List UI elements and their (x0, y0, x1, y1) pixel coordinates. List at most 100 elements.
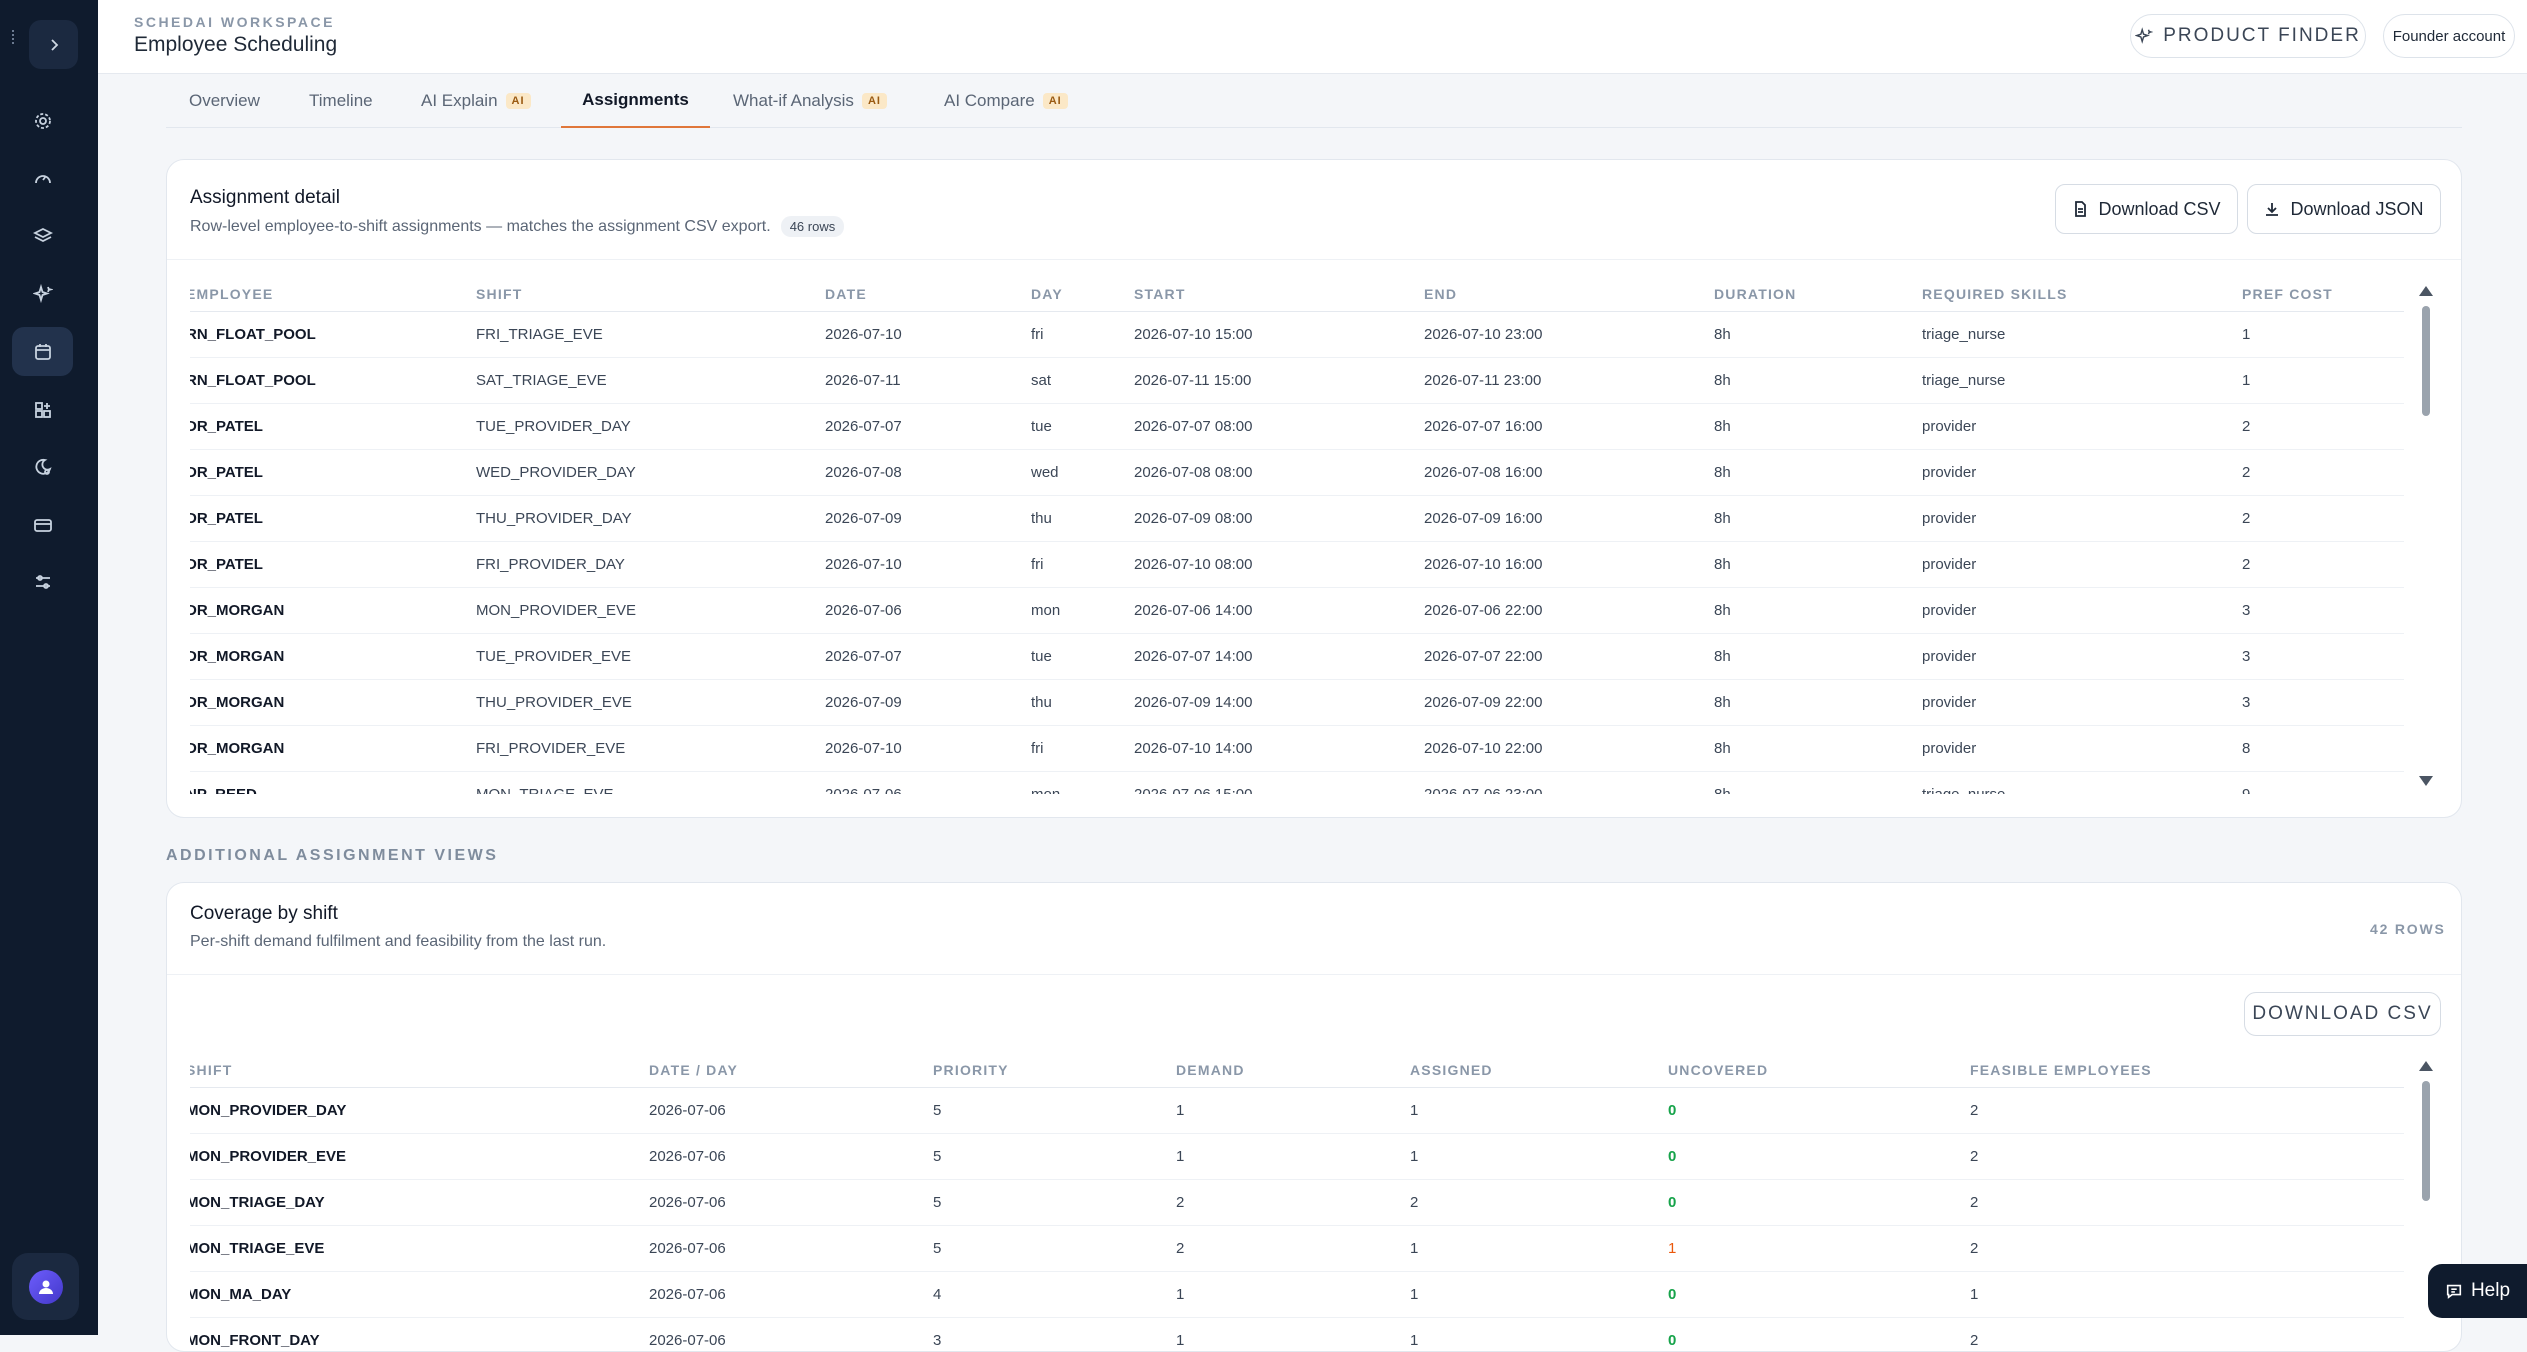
table-row[interactable]: DR_PATEL TUE_PROVIDER_DAY 2026-07-07 tue 202… (190, 403, 2404, 450)
table-cell: 1 (2242, 357, 2404, 404)
column-header[interactable]: SHIFT (190, 1053, 649, 1088)
user-icon (38, 1280, 53, 1294)
table-row[interactable]: DR_MORGAN THU_PROVIDER_EVE 2026-07-09 thu 20… (190, 679, 2404, 726)
table-row[interactable]: MON_PROVIDER_EVE 2026-07-06 5 1 1 0 2 (190, 1133, 2404, 1180)
table-row[interactable]: DR_MORGAN FRI_PROVIDER_EVE 2026-07-10 fri 20… (190, 725, 2404, 772)
coverage-download-csv-button[interactable]: DOWNLOAD CSV (2244, 992, 2441, 1036)
table-row[interactable]: DR_PATEL WED_PROVIDER_DAY 2026-07-08 wed 202… (190, 449, 2404, 496)
download-csv-button[interactable]: Download CSV (2055, 184, 2238, 234)
table-cell: 2 (1970, 1179, 2404, 1226)
table-row[interactable]: MON_TRIAGE_DAY 2026-07-06 5 2 2 0 2 (190, 1179, 2404, 1226)
table-cell: 2026-07-11 23:00 (1424, 357, 1714, 404)
table-cell: NP_REED (190, 771, 476, 794)
table-row[interactable]: DR_PATEL FRI_PROVIDER_DAY 2026-07-10 fri 202… (190, 541, 2404, 588)
column-header[interactable]: SHIFT (476, 277, 825, 312)
table-cell: 2026-07-10 22:00 (1424, 725, 1714, 772)
sidebar-item-billing[interactable] (12, 500, 73, 549)
sidebar-item-preferences[interactable] (12, 442, 73, 491)
tab-timeline[interactable]: Timeline (309, 74, 373, 128)
sidebar-item-dashboard[interactable] (12, 154, 73, 203)
table-cell: tue (1031, 633, 1134, 680)
tab-overview[interactable]: Overview (189, 74, 260, 128)
table-cell: 2026-07-08 (825, 449, 1031, 496)
table-cell: 2026-07-06 23:00 (1424, 771, 1714, 794)
download-json-button[interactable]: Download JSON (2247, 184, 2441, 234)
table-cell: 1 (1176, 1087, 1410, 1134)
additional-views-label: ADDITIONAL ASSIGNMENT VIEWS (166, 847, 499, 864)
column-header[interactable]: FEASIBLE EMPLOYEES (1970, 1053, 2404, 1088)
coverage-table-viewport[interactable]: SHIFT DATE / DAY PRIORITY DEMAND ASSIGNE… (190, 1053, 2418, 1351)
table-cell: fri (1031, 541, 1134, 588)
table-row[interactable]: DR_PATEL THU_PROVIDER_DAY 2026-07-09 thu 202… (190, 495, 2404, 542)
table-row[interactable]: NP_REED MON_TRIAGE_EVE 2026-07-06 mon 2026-0… (190, 771, 2404, 794)
assignment-table-scrollbar[interactable] (2419, 286, 2433, 786)
column-header[interactable]: ASSIGNED (1410, 1053, 1668, 1088)
tab-label: AI Compare (944, 91, 1035, 110)
column-header[interactable]: PREF COST (2242, 277, 2404, 312)
sidebar-item-settings[interactable] (12, 96, 73, 145)
table-cell: 4 (933, 1271, 1176, 1318)
table-row[interactable]: DR_MORGAN TUE_PROVIDER_EVE 2026-07-07 tue 20… (190, 633, 2404, 680)
scroll-down-arrow-icon[interactable] (2419, 776, 2433, 786)
table-row[interactable]: RN_FLOAT_POOL SAT_TRIAGE_EVE 2026-07-11 sat… (190, 357, 2404, 404)
table-cell: 2026-07-10 (825, 311, 1031, 358)
column-header[interactable]: DURATION (1714, 277, 1922, 312)
sidebar-item-ai[interactable] (12, 269, 73, 318)
column-header[interactable]: END (1424, 277, 1714, 312)
column-header[interactable]: DAY (1031, 277, 1134, 312)
table-cell: 2 (1970, 1133, 2404, 1180)
sidebar-item-layers[interactable] (12, 211, 73, 260)
table-cell: 8h (1714, 725, 1922, 772)
table-row[interactable]: RN_FLOAT_POOL FRI_TRIAGE_EVE 2026-07-10 fri… (190, 311, 2404, 358)
table-cell: 2026-07-07 14:00 (1134, 633, 1424, 680)
assignment-table-viewport[interactable]: EMPLOYEE SHIFT DATE DAY START END DURATI… (190, 277, 2418, 794)
table-cell: 8h (1714, 541, 1922, 588)
sparkle-icon (32, 283, 53, 303)
sidebar-item-controls[interactable] (12, 557, 73, 606)
table-cell: provider (1922, 403, 2242, 450)
scroll-up-arrow-icon[interactable] (2419, 286, 2433, 296)
column-header[interactable]: EMPLOYEE (190, 277, 476, 312)
table-cell: 2026-07-10 16:00 (1424, 541, 1714, 588)
table-cell: DR_PATEL (190, 541, 476, 588)
column-header[interactable]: DATE (825, 277, 1031, 312)
sidebar-item-scheduling[interactable] (12, 327, 73, 376)
assignment-detail-title: Assignment detail (190, 187, 340, 208)
column-header[interactable]: PRIORITY (933, 1053, 1176, 1088)
account-button[interactable]: Founder account (2383, 14, 2515, 58)
column-header[interactable]: DEMAND (1176, 1053, 1410, 1088)
product-finder-button[interactable]: PRODUCT FINDER (2130, 14, 2366, 58)
table-cell: FRI_PROVIDER_DAY (476, 541, 825, 588)
scroll-up-arrow-icon[interactable] (2419, 1061, 2433, 1071)
table-row[interactable]: MON_PROVIDER_DAY 2026-07-06 5 1 1 0 2 (190, 1087, 2404, 1134)
column-header[interactable]: START (1134, 277, 1424, 312)
sidebar-toggle-button[interactable] (29, 20, 78, 69)
user-avatar-button[interactable] (12, 1253, 79, 1320)
scroll-thumb[interactable] (2422, 1081, 2430, 1201)
product-finder-label: PRODUCT FINDER (2163, 25, 2361, 46)
column-header[interactable]: DATE / DAY (649, 1053, 933, 1088)
column-header[interactable]: REQUIRED SKILLS (1922, 277, 2242, 312)
sidebar-item-apps[interactable] (12, 385, 73, 434)
table-row[interactable]: MON_TRIAGE_EVE 2026-07-06 5 2 1 1 2 (190, 1225, 2404, 1272)
tab-ai-compare[interactable]: AI Compare AI (944, 74, 1068, 128)
table-cell: 2 (2242, 495, 2404, 542)
card-icon (33, 518, 52, 532)
table-cell: provider (1922, 725, 2242, 772)
table-cell: sat (1031, 357, 1134, 404)
table-row[interactable]: DR_MORGAN MON_PROVIDER_EVE 2026-07-06 mon 20… (190, 587, 2404, 634)
table-cell: 2026-07-10 (825, 541, 1031, 588)
table-cell: 2026-07-07 (825, 633, 1031, 680)
scroll-thumb[interactable] (2422, 306, 2430, 416)
table-row[interactable]: MON_MA_DAY 2026-07-06 4 1 1 0 1 (190, 1271, 2404, 1318)
tab-ai-explain[interactable]: AI Explain AI (421, 74, 531, 128)
tab-what-if-analysis[interactable]: What-if Analysis AI (733, 74, 887, 128)
tab-label: AI Explain (421, 91, 498, 110)
table-cell: THU_PROVIDER_EVE (476, 679, 825, 726)
table-cell: 2026-07-09 (825, 495, 1031, 542)
column-header[interactable]: UNCOVERED (1668, 1053, 1970, 1088)
tab-assignments[interactable]: Assignments (561, 74, 710, 128)
layers-icon (32, 227, 53, 242)
help-button[interactable]: Help (2428, 1264, 2527, 1318)
gauge-icon (34, 174, 51, 183)
